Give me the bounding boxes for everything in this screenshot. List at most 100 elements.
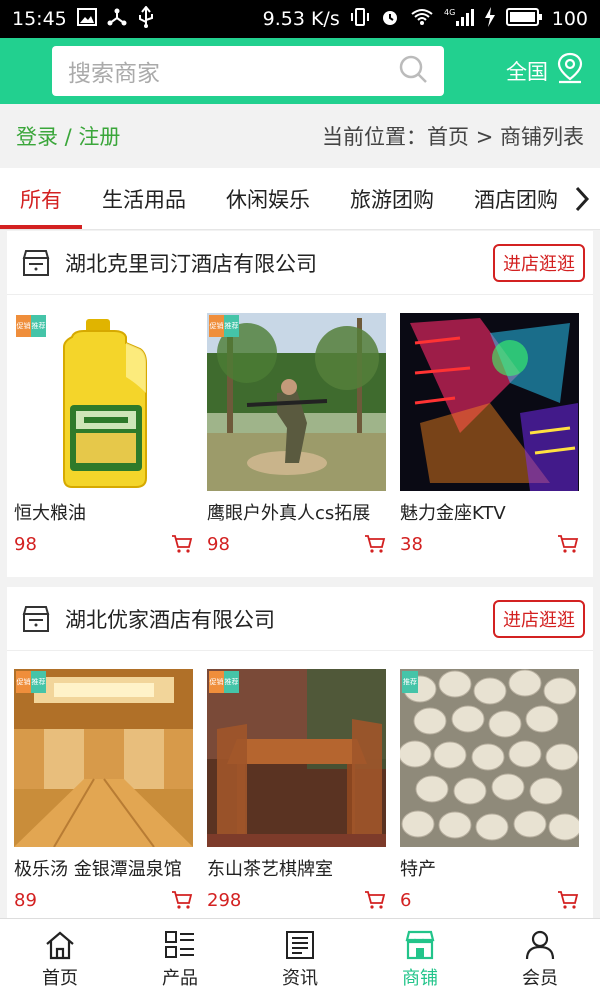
alarm-icon [380, 7, 400, 31]
status-left: 15:45 [12, 5, 155, 32]
shop-header: 湖北优家酒店有限公司 进店逛逛 [7, 587, 593, 651]
wifi-icon [410, 8, 434, 30]
login-register-link[interactable]: 登录 / 注册 [16, 121, 120, 151]
shop-name[interactable]: 湖北优家酒店有限公司 [65, 604, 275, 634]
nav-news[interactable]: 资讯 [240, 919, 360, 1000]
tabs-scroll-right[interactable] [564, 168, 600, 229]
breadcrumb: 当前位置：首页 > 商铺列表 [322, 125, 584, 149]
product-image[interactable] [400, 313, 579, 491]
battery-level: 100 [551, 8, 588, 30]
product-image[interactable]: 促销 推荐 [207, 313, 386, 491]
cart-icon[interactable] [557, 534, 579, 554]
home-icon [46, 931, 74, 959]
crumb-bar: 登录 / 注册 当前位置：首页 > 商铺列表 [0, 104, 600, 168]
location-selector[interactable]: 全国 [506, 52, 584, 89]
product-price-row: 298 [207, 887, 386, 913]
nav-label: 商铺 [402, 967, 438, 989]
tab-all[interactable]: 所有 [0, 168, 82, 229]
product-name: 恒大粮油 [14, 503, 86, 524]
news-icon [286, 930, 314, 959]
enter-shop-button[interactable]: 进店逛逛 [493, 243, 585, 282]
product-card[interactable]: 促销 推荐 极乐汤 金银潭温泉馆 89 [14, 669, 193, 913]
signal-icon: 4G [444, 7, 474, 31]
user-icon [525, 930, 555, 959]
network-speed: 9.53 K/s [262, 8, 340, 30]
map-pin-icon [556, 52, 584, 89]
search-placeholder: 搜索商家 [68, 61, 160, 87]
status-bar: 15:45 9.53 K/s 4G 100 [0, 0, 600, 38]
usb-icon [137, 5, 155, 32]
product-card[interactable]: 推荐 特产 6 [400, 669, 579, 913]
product-image[interactable]: 促销 推荐 [207, 669, 386, 847]
bottom-nav: 首页 产品 资讯 商铺 会员 [0, 918, 600, 1000]
promo-badge: 促销 推荐 [16, 671, 46, 693]
nav-member[interactable]: 会员 [480, 919, 600, 1000]
store-icon [405, 930, 435, 959]
svg-text:4G: 4G [444, 8, 455, 17]
tab-daily-goods[interactable]: 生活用品 [82, 168, 206, 229]
status-right: 9.53 K/s 4G 100 [263, 7, 588, 31]
tab-travel-group[interactable]: 旅游团购 [330, 168, 454, 229]
store-icon [22, 249, 50, 276]
product-price: 98 [207, 533, 230, 555]
nav-products[interactable]: 产品 [120, 919, 240, 1000]
product-price-row: 89 [14, 887, 193, 913]
promo-badge: 推荐 [402, 671, 418, 693]
nav-label: 首页 [42, 967, 78, 989]
nav-label: 会员 [522, 967, 558, 989]
cart-icon[interactable] [171, 890, 193, 910]
product-card[interactable]: 促销 推荐 恒大粮油 98 [14, 313, 193, 557]
product-name: 鹰眼户外真人cs拓展 [207, 503, 371, 524]
cart-icon[interactable] [364, 890, 386, 910]
shop-name[interactable]: 湖北克里司汀酒店有限公司 [65, 248, 317, 278]
battery-icon [505, 8, 542, 30]
shop-title: 湖北优家酒店有限公司 [21, 604, 275, 634]
enter-shop-button[interactable]: 进店逛逛 [493, 599, 585, 638]
location-label: 全国 [506, 59, 548, 84]
shop-header: 湖北克里司汀酒店有限公司 进店逛逛 [7, 231, 593, 295]
vibrate-icon [350, 7, 370, 31]
product-card[interactable]: 促销 推荐 鹰眼户外真人cs拓展 98 [207, 313, 386, 557]
product-price: 38 [400, 533, 423, 555]
nav-label: 资讯 [282, 967, 318, 989]
product-name: 魅力金座KTV [400, 503, 506, 524]
search-icon[interactable] [398, 54, 428, 88]
product-price-row: 98 [207, 531, 386, 557]
app-header: 搜索商家 全国 [0, 38, 600, 104]
product-price-row: 6 [400, 887, 579, 913]
product-row: 促销 推荐 极乐汤 金银潭温泉馆 89 促销 推荐 东山茶艺棋牌室 298 推荐… [7, 651, 593, 913]
nav-label: 产品 [162, 967, 198, 989]
cart-icon[interactable] [557, 890, 579, 910]
product-price: 298 [207, 889, 242, 911]
shop-title: 湖北克里司汀酒店有限公司 [21, 248, 317, 278]
product-image[interactable]: 推荐 [400, 669, 579, 847]
product-price-row: 38 [400, 531, 579, 557]
product-price: 98 [14, 533, 37, 555]
tab-hotel-group[interactable]: 酒店团购 [454, 168, 578, 229]
product-name: 特产 [400, 859, 436, 880]
product-image[interactable]: 促销 推荐 [14, 313, 193, 491]
product-card[interactable]: 魅力金座KTV 38 [400, 313, 579, 557]
image-icon [76, 8, 97, 30]
cart-icon[interactable] [364, 534, 386, 554]
promo-badge: 促销 推荐 [16, 315, 46, 337]
nav-shops[interactable]: 商铺 [360, 919, 480, 1000]
shop-card: 湖北克里司汀酒店有限公司 进店逛逛 促销 推荐 恒大粮油 98 促销 推荐 鹰眼… [7, 231, 593, 577]
shop-list[interactable]: 湖北克里司汀酒店有限公司 进店逛逛 促销 推荐 恒大粮油 98 促销 推荐 鹰眼… [0, 231, 600, 918]
product-name: 极乐汤 金银潭温泉馆 [14, 859, 182, 880]
product-name: 东山茶艺棋牌室 [207, 859, 333, 880]
grid-list-icon [165, 930, 194, 958]
promo-badge: 促销 推荐 [209, 315, 239, 337]
cart-icon[interactable] [171, 534, 193, 554]
search-input[interactable]: 搜索商家 [52, 46, 444, 96]
product-card[interactable]: 促销 推荐 东山茶艺棋牌室 298 [207, 669, 386, 913]
share-icon [107, 7, 127, 31]
product-image[interactable]: 促销 推荐 [14, 669, 193, 847]
store-icon [22, 605, 50, 632]
chevron-right-icon [575, 186, 590, 212]
category-tabs: 所有 生活用品 休闲娱乐 旅游团购 酒店团购 [0, 168, 600, 230]
tab-leisure[interactable]: 休闲娱乐 [206, 168, 330, 229]
product-price: 89 [14, 889, 37, 911]
nav-home[interactable]: 首页 [0, 919, 120, 1000]
shop-card: 湖北优家酒店有限公司 进店逛逛 促销 推荐 极乐汤 金银潭温泉馆 89 促销 推… [7, 587, 593, 918]
